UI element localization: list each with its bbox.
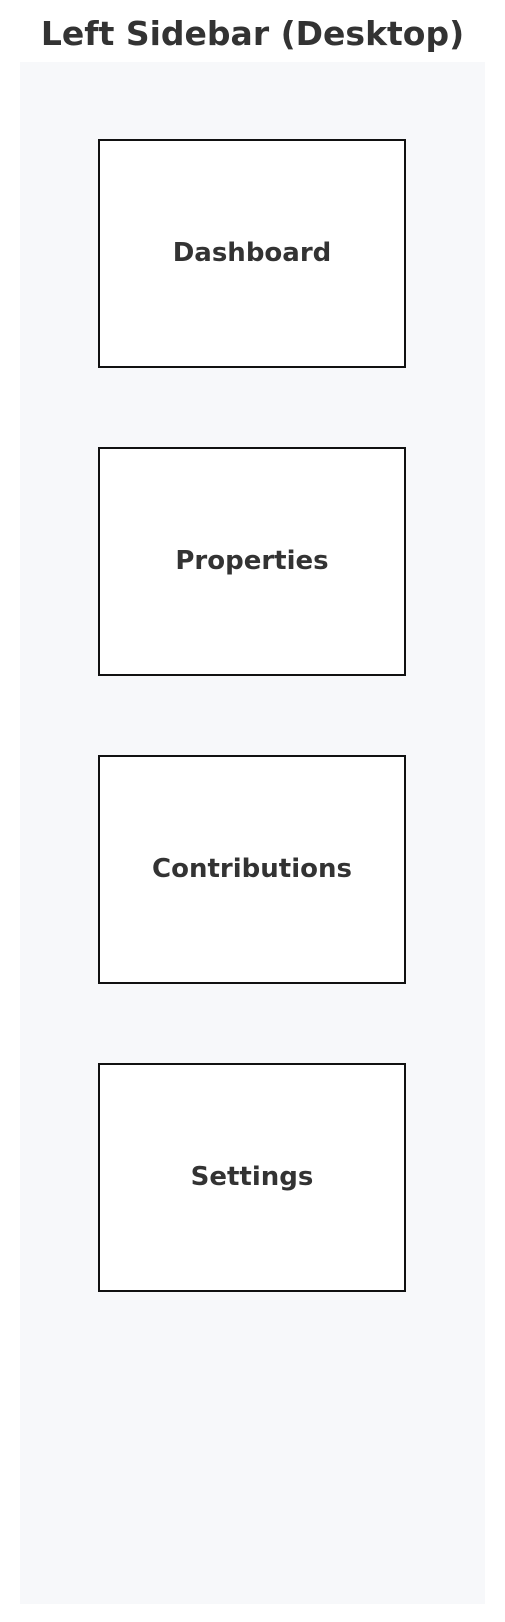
sidebar-item-label: Properties <box>175 545 329 576</box>
sidebar-item-dashboard[interactable]: Dashboard <box>98 139 406 368</box>
sidebar-item-settings[interactable]: Settings <box>98 1063 406 1292</box>
sidebar-item-label: Contributions <box>152 853 352 884</box>
left-sidebar: Dashboard Properties Contributions Setti… <box>20 62 485 1604</box>
sidebar-item-contributions[interactable]: Contributions <box>98 755 406 984</box>
sidebar-item-label: Settings <box>190 1161 314 1192</box>
sidebar-item-properties[interactable]: Properties <box>98 447 406 676</box>
sidebar-item-label: Dashboard <box>172 237 332 268</box>
page-title: Left Sidebar (Desktop) <box>40 14 465 53</box>
